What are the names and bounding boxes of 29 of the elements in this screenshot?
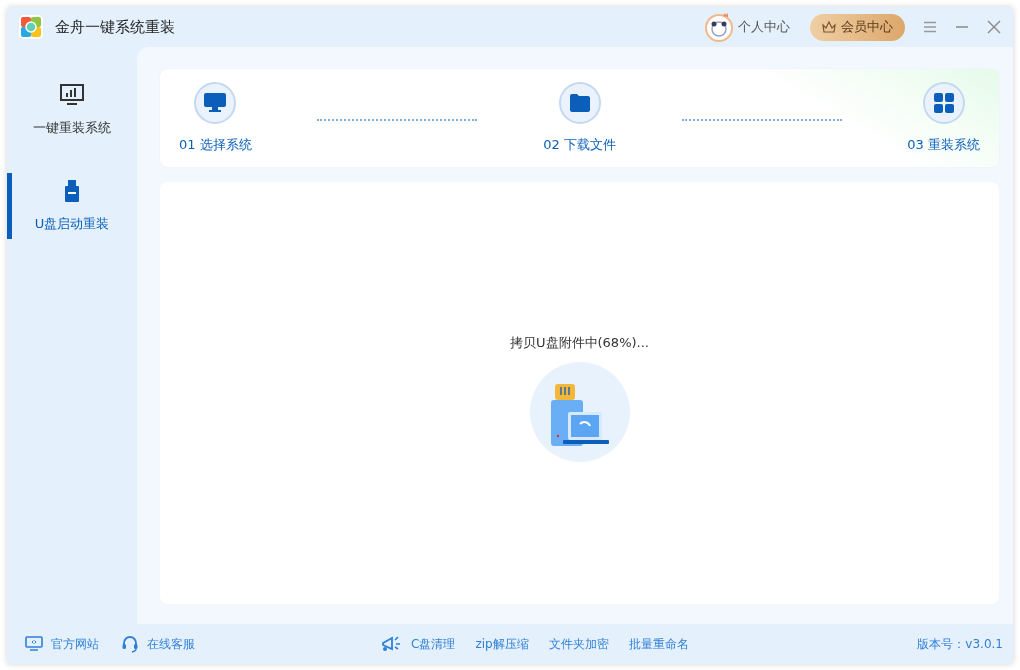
- progress-message: 拷贝U盘附件中(68%)...: [510, 334, 649, 352]
- sidebar-item[interactable]: 一键重装系统: [7, 77, 132, 143]
- vip-center-button[interactable]: 会员中心: [810, 13, 905, 41]
- step-label: 03 重装系统: [907, 136, 980, 154]
- step-label: 01 选择系统: [179, 136, 252, 154]
- crown-icon: [822, 21, 836, 33]
- monitor-chart-icon: [59, 83, 85, 107]
- step-icon: [922, 82, 965, 124]
- headset-icon: [121, 635, 139, 653]
- step-label: 02 下载文件: [543, 136, 616, 154]
- tool-link[interactable]: 批量重命名: [628, 635, 689, 653]
- megaphone-icon: [381, 635, 403, 653]
- tool-link[interactable]: C盘清理: [381, 635, 456, 653]
- app-logo-icon: [19, 15, 43, 39]
- footer-link[interactable]: 官方网站: [25, 635, 99, 653]
- tool-link[interactable]: zip解压缩: [475, 635, 529, 653]
- usb-drive-icon: [64, 179, 80, 203]
- avatar-icon: [704, 12, 734, 42]
- footer-link[interactable]: 在线客服: [121, 635, 195, 653]
- tool-link[interactable]: 文件夹加密: [548, 635, 609, 653]
- sidebar-item[interactable]: U盘启动重装: [7, 173, 132, 239]
- window-title: 金舟一键系统重装: [55, 17, 175, 37]
- monitor-icon: [25, 636, 43, 652]
- close-icon[interactable]: [987, 20, 1001, 34]
- menu-icon[interactable]: [923, 21, 937, 33]
- step-icon: [194, 82, 237, 124]
- user-center-link[interactable]: 个人中心: [704, 12, 790, 42]
- version-label: 版本号：v3.0.1: [917, 635, 1003, 653]
- step-icon: [558, 82, 601, 124]
